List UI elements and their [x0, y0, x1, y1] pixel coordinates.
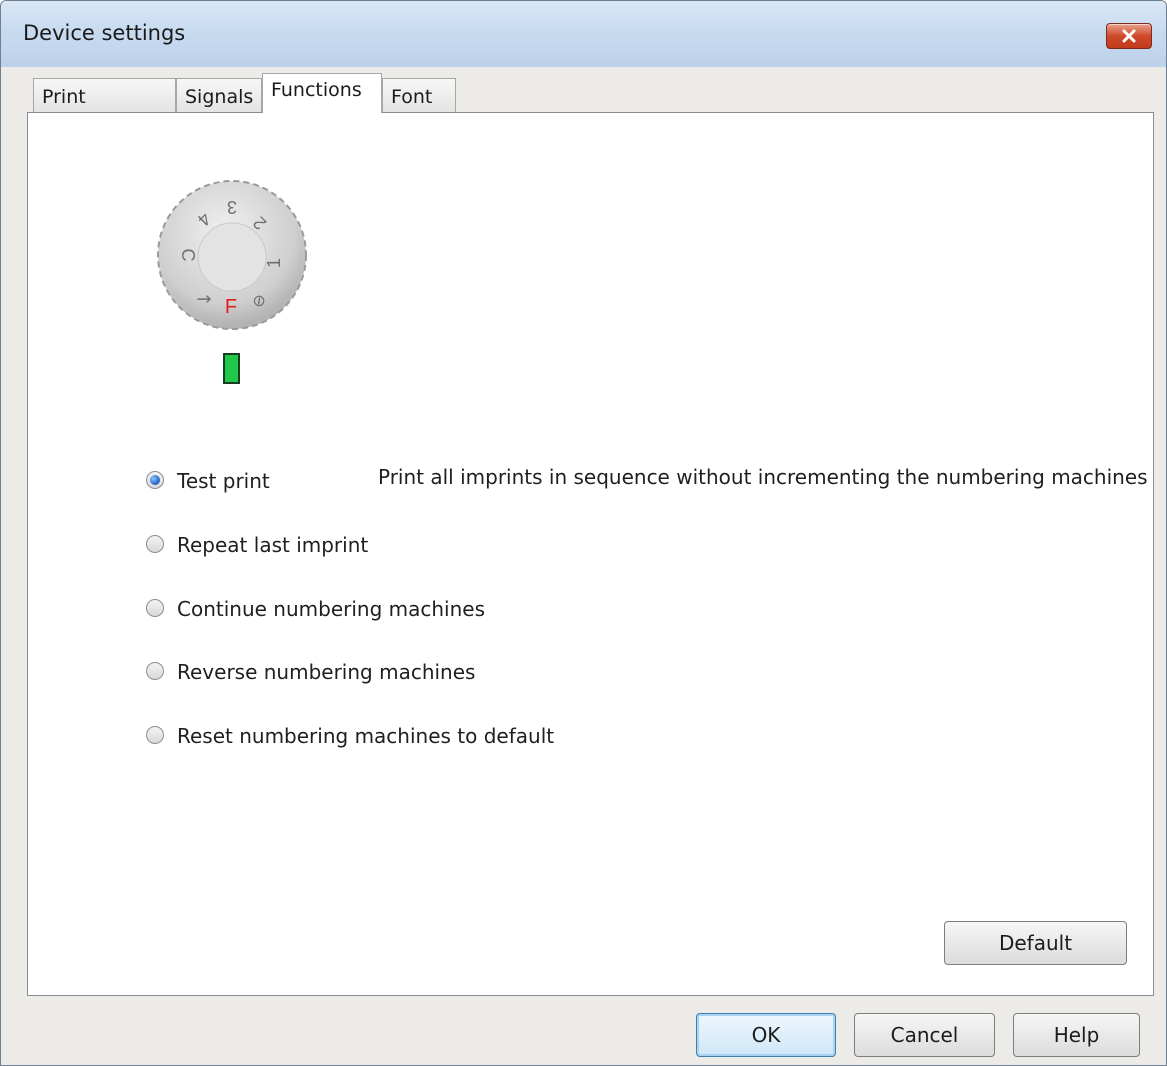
function-dial-icon[interactable]: F ⊘ 1 2 3 4 C ↗	[154, 177, 310, 333]
tab-signals[interactable]: Signals	[176, 78, 262, 112]
option-repeat-last-imprint-label: Repeat last imprint	[177, 533, 369, 557]
close-icon	[1122, 29, 1136, 43]
device-settings-window: Device settings Print settings Signals F…	[0, 0, 1167, 1066]
option-continue-numbering-label: Continue numbering machines	[177, 597, 485, 621]
dial-label-c: C	[178, 249, 198, 262]
radio-reset-numbering[interactable]	[146, 726, 164, 744]
functions-panel: F ⊘ 1 2 3 4 C ↗ Test print Print all imp…	[27, 112, 1154, 996]
option-reverse-numbering-label: Reverse numbering machines	[177, 660, 476, 684]
tab-functions[interactable]: Functions	[262, 73, 382, 113]
help-button[interactable]: Help	[1013, 1013, 1140, 1057]
dial-label-1: 1	[264, 258, 284, 268]
option-reset-numbering-label: Reset numbering machines to default	[177, 724, 555, 748]
close-button[interactable]	[1106, 23, 1152, 49]
radio-test-print[interactable]	[146, 471, 164, 489]
radio-reverse-numbering[interactable]	[146, 662, 164, 680]
radio-continue-numbering[interactable]	[146, 599, 164, 617]
dial-label-3: 3	[227, 197, 237, 217]
option-test-print-label: Test print	[177, 469, 270, 493]
cancel-button[interactable]: Cancel	[854, 1013, 995, 1057]
status-led-indicator	[223, 353, 240, 384]
title-bar[interactable]: Device settings	[1, 1, 1166, 67]
default-button[interactable]: Default	[944, 921, 1127, 965]
tab-print-settings[interactable]: Print settings	[33, 78, 176, 144]
tab-font[interactable]: Font	[382, 78, 456, 112]
dial-label-f: F	[225, 296, 237, 318]
option-description: Print all imprints in sequence without i…	[378, 465, 1148, 489]
ok-button[interactable]: OK	[696, 1013, 836, 1057]
window-title: Device settings	[23, 21, 186, 45]
radio-repeat-last-imprint[interactable]	[146, 535, 164, 553]
